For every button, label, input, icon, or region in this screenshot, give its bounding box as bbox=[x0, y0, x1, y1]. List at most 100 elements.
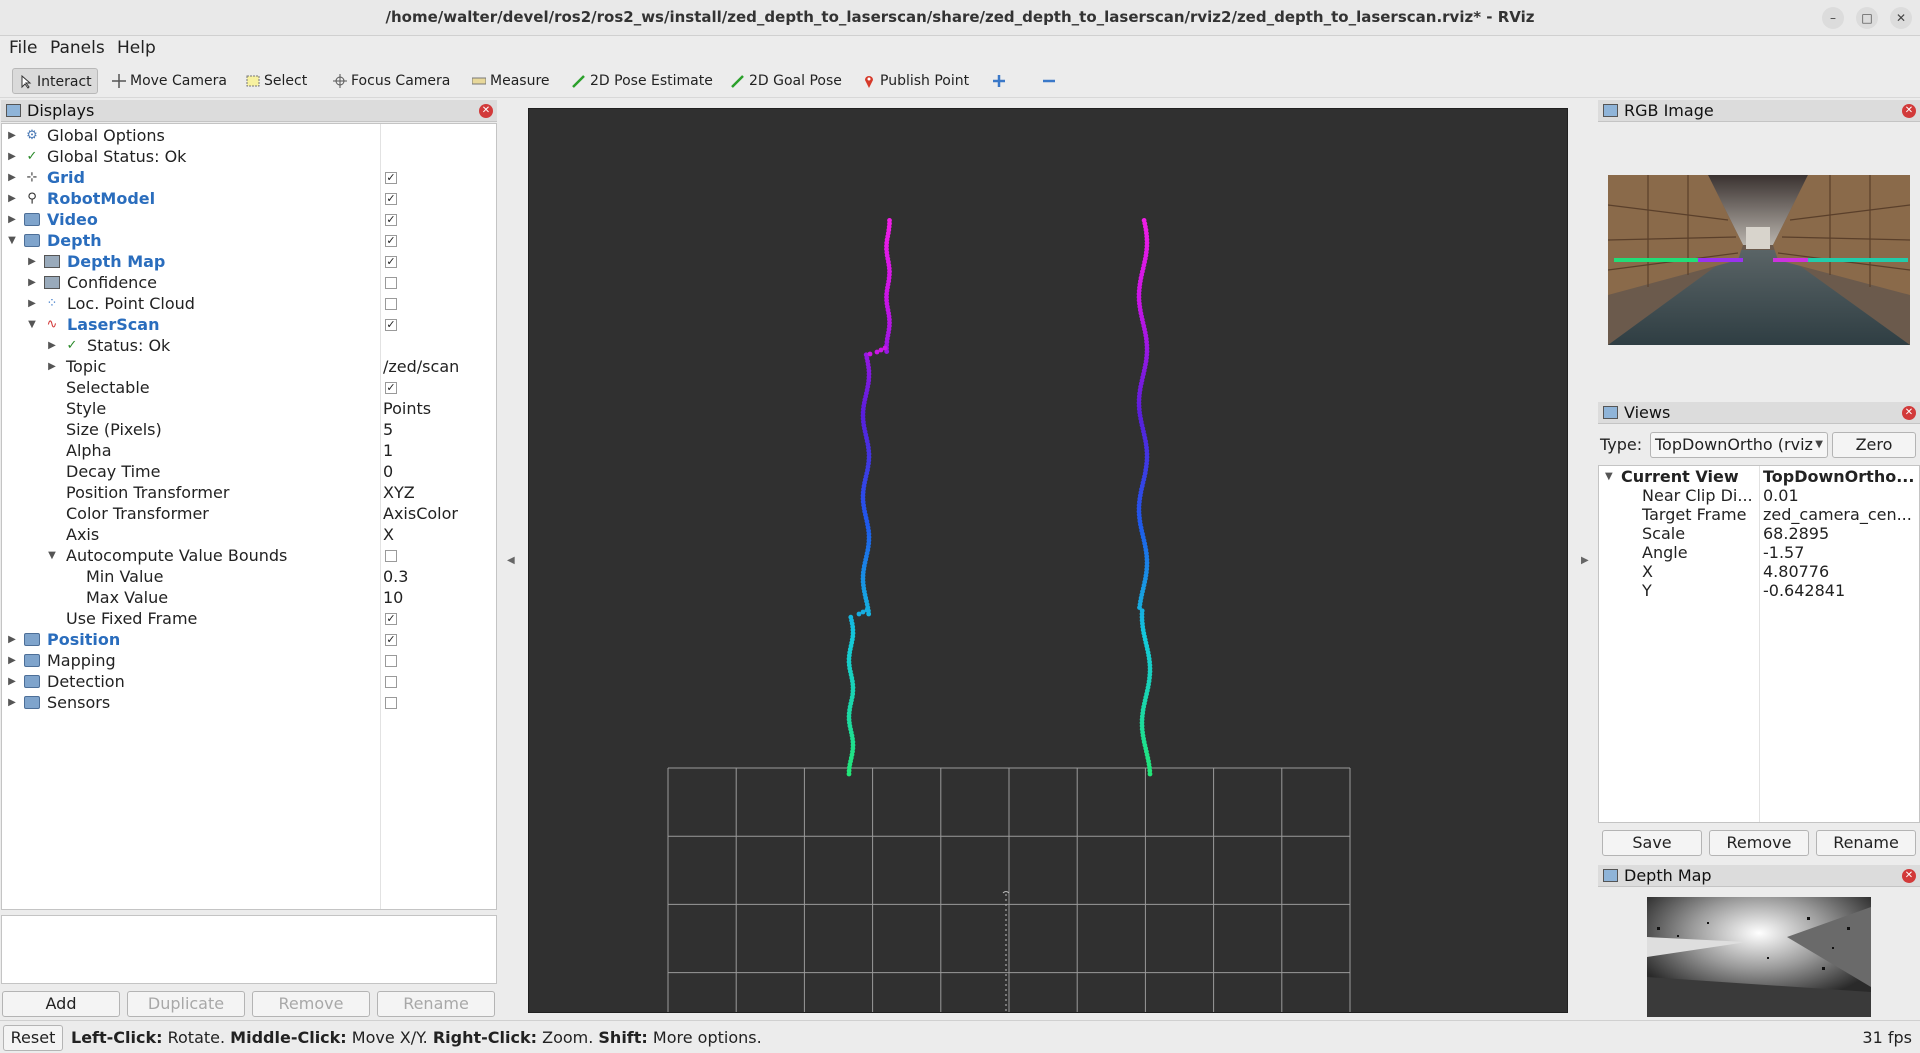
collapse-arrow-icon[interactable]: ▼ bbox=[26, 314, 38, 335]
rename-view-button[interactable]: Rename bbox=[1816, 830, 1916, 856]
close-icon[interactable]: ✕ bbox=[1902, 104, 1916, 118]
tree-row-video[interactable]: ▶ Video ✓ bbox=[2, 209, 496, 230]
expand-arrow-icon[interactable]: ▶ bbox=[6, 146, 18, 167]
min-value[interactable]: 0.3 bbox=[383, 566, 408, 587]
enable-checkbox[interactable]: ✓ bbox=[385, 319, 397, 331]
expand-arrow-icon[interactable]: ▶ bbox=[6, 209, 18, 230]
view-prop-x[interactable]: X 4.80776 bbox=[1599, 562, 1919, 581]
focus-camera-tool[interactable]: Focus Camera bbox=[327, 68, 456, 94]
position-transformer-value[interactable]: XYZ bbox=[383, 482, 415, 503]
tree-row-max-value[interactable]: Max Value 10 bbox=[2, 587, 496, 608]
collapse-right-dock-icon[interactable]: ▶ bbox=[1581, 555, 1589, 566]
expand-arrow-icon[interactable]: ▶ bbox=[6, 125, 18, 146]
view-type-dropdown[interactable]: TopDownOrtho (rviz ▼ bbox=[1650, 432, 1828, 458]
expand-arrow-icon[interactable]: ▶ bbox=[6, 188, 18, 209]
expand-arrow-icon[interactable]: ▶ bbox=[46, 356, 58, 377]
autocompute-checkbox[interactable] bbox=[385, 550, 397, 562]
view-prop-target-frame[interactable]: Target Frame zed_camera_cen... bbox=[1599, 505, 1919, 524]
zero-view-button[interactable]: Zero bbox=[1832, 432, 1916, 458]
close-icon[interactable]: ✕ bbox=[479, 104, 493, 118]
expand-arrow-icon[interactable]: ▶ bbox=[26, 293, 38, 314]
expand-arrow-icon[interactable]: ▶ bbox=[26, 272, 38, 293]
remove-display-button[interactable]: Remove bbox=[252, 991, 370, 1017]
tree-row-topic[interactable]: ▶ Topic /zed/scan bbox=[2, 356, 496, 377]
tree-row-grid[interactable]: ▶ ⊹ Grid ✓ bbox=[2, 167, 496, 188]
interact-tool[interactable]: Interact bbox=[12, 68, 98, 94]
size-value[interactable]: 5 bbox=[383, 419, 393, 440]
enable-checkbox[interactable]: ✓ bbox=[385, 193, 397, 205]
selectable-checkbox[interactable]: ✓ bbox=[385, 382, 397, 394]
collapse-arrow-icon[interactable]: ▼ bbox=[46, 545, 58, 566]
prop-value[interactable]: 4.80776 bbox=[1763, 562, 1915, 581]
move-camera-tool[interactable]: Move Camera bbox=[106, 68, 233, 94]
collapse-left-dock-icon[interactable]: ◀ bbox=[507, 555, 515, 566]
tree-row-sensors[interactable]: ▶ Sensors bbox=[2, 692, 496, 713]
tree-row-use-fixed-frame[interactable]: Use Fixed Frame ✓ bbox=[2, 608, 496, 629]
prop-value[interactable]: 0.01 bbox=[1763, 486, 1915, 505]
pose-estimate-tool[interactable]: 2D Pose Estimate bbox=[566, 68, 719, 94]
expand-arrow-icon[interactable]: ▶ bbox=[46, 335, 58, 356]
prop-value[interactable]: -1.57 bbox=[1763, 543, 1915, 562]
view-prop-scale[interactable]: Scale 68.2895 bbox=[1599, 524, 1919, 543]
close-icon[interactable]: ✕ bbox=[1902, 869, 1916, 883]
publish-point-tool[interactable]: Publish Point bbox=[856, 68, 975, 94]
enable-checkbox[interactable] bbox=[385, 697, 397, 709]
close-icon[interactable]: ✕ bbox=[1902, 406, 1916, 420]
topic-value[interactable]: /zed/scan bbox=[383, 356, 459, 377]
tree-row-global-status[interactable]: ▶ ✓ Global Status: Ok bbox=[2, 146, 496, 167]
tree-row-global-options[interactable]: ▶ ⚙ Global Options bbox=[2, 125, 496, 146]
tree-row-position[interactable]: ▶ Position ✓ bbox=[2, 629, 496, 650]
tree-row-selectable[interactable]: Selectable ✓ bbox=[2, 377, 496, 398]
prop-value[interactable]: -0.642841 bbox=[1763, 581, 1915, 600]
tree-row-laser-scan[interactable]: ▼ ∿ LaserScan ✓ bbox=[2, 314, 496, 335]
style-value[interactable]: Points bbox=[383, 398, 431, 419]
expand-arrow-icon[interactable]: ▶ bbox=[26, 251, 38, 272]
measure-tool[interactable]: Measure bbox=[466, 68, 556, 94]
menu-panels[interactable]: Panels bbox=[50, 38, 105, 58]
current-view-row[interactable]: ▼ Current View TopDownOrtho... bbox=[1599, 467, 1919, 486]
close-window-button[interactable]: ✕ bbox=[1890, 7, 1912, 29]
tree-row-autocompute-bounds[interactable]: ▼ Autocompute Value Bounds bbox=[2, 545, 496, 566]
enable-checkbox[interactable]: ✓ bbox=[385, 214, 397, 226]
collapse-arrow-icon[interactable]: ▼ bbox=[1605, 467, 1613, 486]
collapse-arrow-icon[interactable]: ▼ bbox=[6, 230, 18, 251]
tree-row-mapping[interactable]: ▶ Mapping bbox=[2, 650, 496, 671]
tree-row-depth-map[interactable]: ▶ Depth Map ✓ bbox=[2, 251, 496, 272]
menu-help[interactable]: Help bbox=[117, 38, 156, 58]
tree-row-axis[interactable]: Axis X bbox=[2, 524, 496, 545]
tree-row-detection[interactable]: ▶ Detection bbox=[2, 671, 496, 692]
save-view-button[interactable]: Save bbox=[1602, 830, 1702, 856]
remove-tool-button[interactable] bbox=[1036, 68, 1056, 94]
axis-value[interactable]: X bbox=[383, 524, 394, 545]
select-tool[interactable]: Select bbox=[240, 68, 313, 94]
enable-checkbox[interactable]: ✓ bbox=[385, 172, 397, 184]
decay-time-value[interactable]: 0 bbox=[383, 461, 393, 482]
rename-display-button[interactable]: Rename bbox=[377, 991, 495, 1017]
enable-checkbox[interactable]: ✓ bbox=[385, 256, 397, 268]
goal-pose-tool[interactable]: 2D Goal Pose bbox=[725, 68, 848, 94]
tree-row-confidence[interactable]: ▶ Confidence bbox=[2, 272, 496, 293]
use-fixed-frame-checkbox[interactable]: ✓ bbox=[385, 613, 397, 625]
add-display-button[interactable]: Add bbox=[2, 991, 120, 1017]
add-tool-button[interactable] bbox=[986, 68, 1006, 94]
views-property-tree[interactable]: ▼ Current View TopDownOrtho... Near Clip… bbox=[1598, 465, 1920, 823]
enable-checkbox[interactable]: ✓ bbox=[385, 634, 397, 646]
expand-arrow-icon[interactable]: ▶ bbox=[6, 692, 18, 713]
prop-value[interactable]: 68.2895 bbox=[1763, 524, 1915, 543]
maximize-button[interactable]: □ bbox=[1856, 7, 1878, 29]
tree-row-position-transformer[interactable]: Position Transformer XYZ bbox=[2, 482, 496, 503]
minimize-button[interactable]: – bbox=[1822, 7, 1844, 29]
color-transformer-value[interactable]: AxisColor bbox=[383, 503, 458, 524]
tree-row-style[interactable]: Style Points bbox=[2, 398, 496, 419]
view-prop-y[interactable]: Y -0.642841 bbox=[1599, 581, 1919, 600]
tree-row-size[interactable]: Size (Pixels) 5 bbox=[2, 419, 496, 440]
duplicate-display-button[interactable]: Duplicate bbox=[127, 991, 245, 1017]
render-viewport[interactable] bbox=[528, 108, 1568, 1013]
enable-checkbox[interactable] bbox=[385, 676, 397, 688]
tree-row-point-cloud[interactable]: ▶ ⁘ Loc. Point Cloud bbox=[2, 293, 496, 314]
alpha-value[interactable]: 1 bbox=[383, 440, 393, 461]
menu-file[interactable]: File bbox=[9, 38, 37, 58]
tree-row-laser-status[interactable]: ▶ ✓ Status: Ok bbox=[2, 335, 496, 356]
expand-arrow-icon[interactable]: ▶ bbox=[6, 629, 18, 650]
enable-checkbox[interactable] bbox=[385, 298, 397, 310]
